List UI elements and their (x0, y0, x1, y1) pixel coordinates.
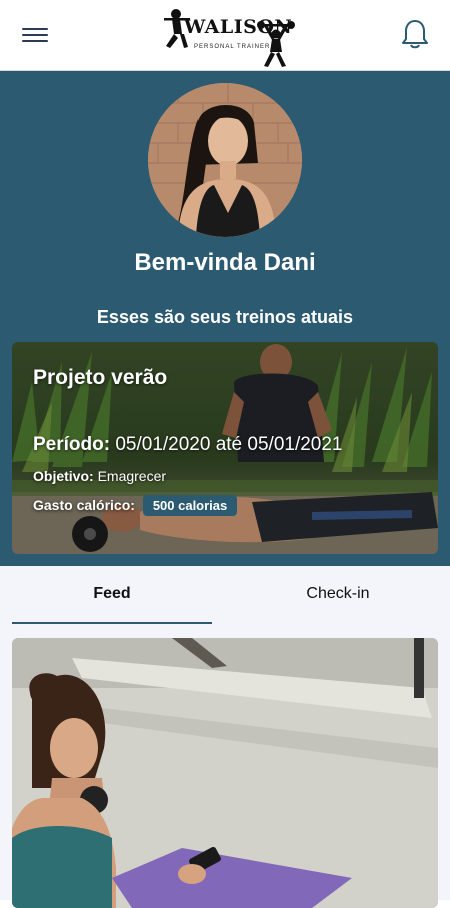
brand-tagline: PERSONAL TRAINER (194, 44, 271, 50)
tab-check-in[interactable]: Check-in (238, 566, 438, 622)
plan-title: Projeto verão (33, 366, 168, 389)
welcome-section: Bem-vinda Dani Esses são seus treinos at… (0, 71, 450, 566)
content-tabs: Feed Check-in (0, 566, 450, 626)
avatar (148, 83, 302, 237)
tab-feed[interactable]: Feed (12, 566, 212, 624)
feed-post-photo (12, 638, 438, 908)
period-label: Período: (33, 434, 111, 455)
feed-list (0, 626, 450, 908)
current-workouts-subtitle: Esses são seus treinos atuais (96, 307, 354, 327)
calories-badge: 500 calorias (142, 495, 238, 516)
plan-calories: Gasto calórico: 500 calorias (33, 495, 238, 516)
app-header: WALISON PERSONAL TRAINER (0, 0, 450, 71)
goal-value: Emagrecer (97, 468, 167, 484)
workout-plan-card[interactable]: Projeto verão Período: 05/01/2020 até 05… (12, 342, 438, 554)
brand-logo: WALISON PERSONAL TRAINER (158, 4, 298, 68)
feed-post[interactable] (12, 638, 438, 908)
period-value: 05/01/2020 até 05/01/2021 (115, 434, 343, 455)
calories-label: Gasto calórico: (33, 497, 135, 513)
plan-period: Período: 05/01/2020 até 05/01/2021 (33, 434, 343, 456)
brand-name: WALISON (184, 16, 293, 38)
menu-icon[interactable] (22, 24, 48, 46)
goal-label: Objetivo: (33, 468, 94, 484)
notification-bell-icon[interactable] (400, 18, 430, 50)
plan-goal: Objetivo: Emagrecer (33, 468, 166, 484)
greeting-text: Bem-vinda Dani (134, 249, 316, 276)
